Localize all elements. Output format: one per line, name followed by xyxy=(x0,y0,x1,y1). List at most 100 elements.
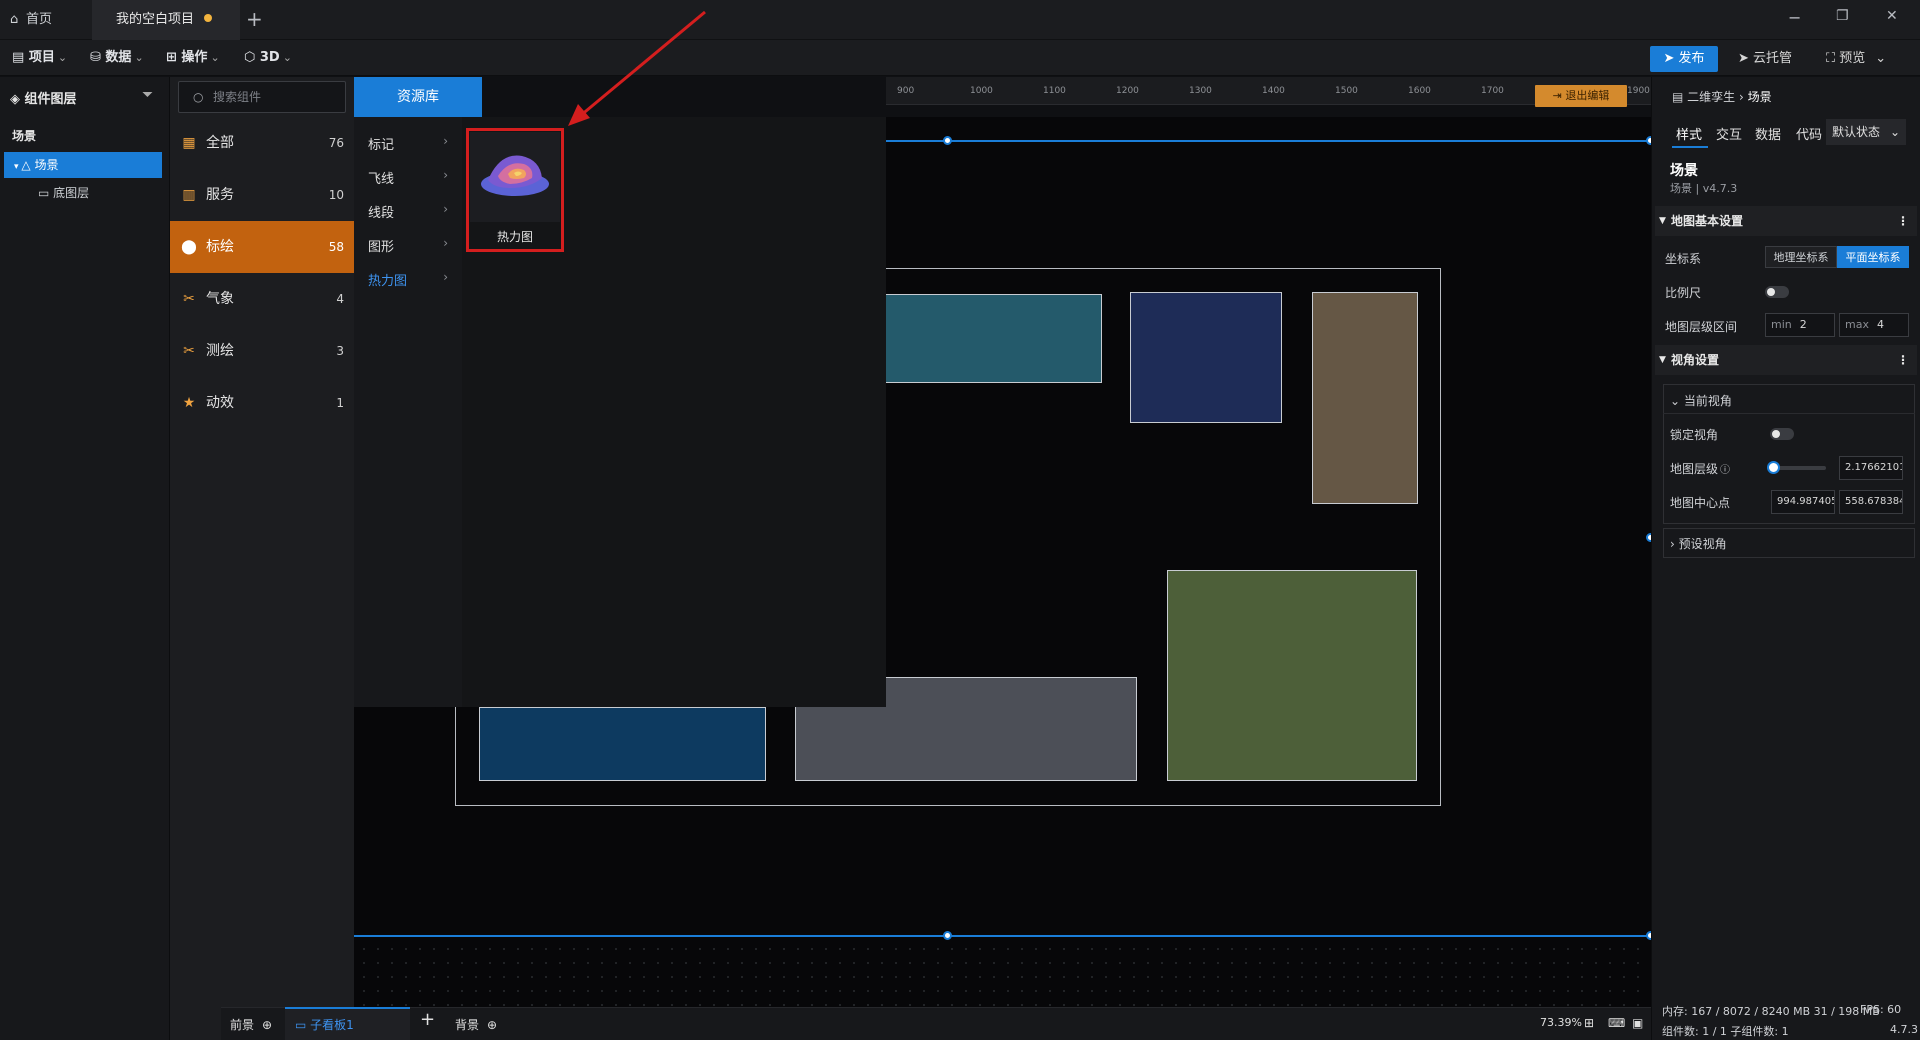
close-button[interactable]: ✕ xyxy=(1886,8,1898,24)
exit-edit-label: 退出编辑 xyxy=(1565,89,1610,102)
fps-status: FPS: 60 xyxy=(1860,1003,1902,1016)
resource-library-button[interactable]: 资源库 xyxy=(354,77,482,117)
chevron-down-icon: ⌄ xyxy=(282,51,292,64)
category-effects[interactable]: ★ 动效 1 xyxy=(170,377,354,429)
chevron-right-icon: › xyxy=(443,202,448,216)
scale-toggle[interactable] xyxy=(1765,286,1789,298)
tab-style[interactable]: 样式 xyxy=(1676,124,1702,143)
map-center-y-input[interactable]: 558.678384 xyxy=(1839,490,1903,514)
state-select-value: 默认状态 xyxy=(1832,125,1881,139)
subcategory-shape[interactable]: 图形 › xyxy=(368,236,448,255)
publish-button[interactable]: ➤ 发布 xyxy=(1650,46,1718,72)
category-weather[interactable]: ✂ 气象 4 xyxy=(170,273,354,325)
category-all[interactable]: ▦ 全部 76 xyxy=(170,117,354,169)
sub-board-tab-content: ▭ 子看板1 xyxy=(295,1016,354,1033)
filter-icon[interactable]: ⏷ xyxy=(142,87,153,103)
add-board-button[interactable]: + xyxy=(420,1009,435,1030)
tab-data[interactable]: 数据 xyxy=(1755,124,1781,143)
heatmap-card-label: 热力图 xyxy=(496,230,533,244)
map-level-slider-thumb[interactable] xyxy=(1767,461,1780,474)
map-center-x-input[interactable]: 994.987405 xyxy=(1771,490,1835,514)
menu-project[interactable]: ▤ 项目 ⌄ xyxy=(12,40,67,76)
tree-item-base-layer[interactable]: ▭ 底图层 xyxy=(38,180,89,206)
lock-view-toggle[interactable] xyxy=(1770,428,1794,440)
zoom-min-value: 2 xyxy=(1799,318,1807,331)
category-survey[interactable]: ✂ 测绘 3 xyxy=(170,325,354,377)
map-level-input[interactable]: 2.176621019 xyxy=(1839,456,1903,480)
section-view-settings[interactable]: ▼ 视角设置 ⋮ xyxy=(1655,345,1917,375)
subcategory-line[interactable]: 线段 › xyxy=(368,202,448,221)
menu-data[interactable]: ⛁ 数据 ⌄ xyxy=(90,40,144,76)
category-count: 4 xyxy=(336,292,344,306)
send-icon: ➤ xyxy=(1738,51,1754,66)
search-placeholder: 搜索组件 xyxy=(213,90,262,104)
cloud-host-button[interactable]: ➤ 云托管 xyxy=(1738,46,1792,72)
coord-plane-option[interactable]: 平面坐标系 xyxy=(1837,246,1909,268)
ruler-top-tick: 1300 xyxy=(1189,86,1212,96)
map-center-label: 地图中心点 xyxy=(1670,496,1731,510)
ruler-top-tick: 1200 xyxy=(1116,86,1139,96)
menu-3d[interactable]: ⬡ 3D ⌄ xyxy=(244,40,292,76)
zoom-min-input[interactable]: min 2 xyxy=(1765,313,1835,337)
current-view-header[interactable]: ⌄ 当前视角 xyxy=(1670,392,1732,409)
fullscreen-icon: ⛶ xyxy=(1826,51,1840,66)
area-block-navy[interactable] xyxy=(1130,292,1282,423)
add-tab-button[interactable]: + xyxy=(246,7,263,31)
area-block-brown[interactable] xyxy=(1312,292,1418,504)
area-block-blue[interactable] xyxy=(479,707,766,781)
keyboard-icon[interactable]: ⌨ xyxy=(1608,1016,1625,1030)
breadcrumb: ▤ 二维孪生 › 场景 xyxy=(1672,88,1772,105)
more-icon[interactable]: ⋮ xyxy=(1897,206,1909,236)
ruler-top-tick: 900 xyxy=(897,86,915,96)
restore-button[interactable]: ❐ xyxy=(1836,8,1849,24)
tab-interaction[interactable]: 交互 xyxy=(1716,124,1742,143)
chevron-down-icon: ⌄ xyxy=(134,51,144,64)
subcategory-label: 飞线 xyxy=(368,172,395,187)
chevron-down-icon: ⌄ xyxy=(57,51,68,64)
subcategory-marker[interactable]: 标记 › xyxy=(368,134,448,153)
subcategory-flyline[interactable]: 飞线 › xyxy=(368,168,448,187)
section-map-basic[interactable]: ▼ 地图基本设置 ⋮ xyxy=(1655,206,1917,236)
scene-icon: △ xyxy=(21,158,35,172)
board-icon: ▭ xyxy=(295,1018,311,1032)
tree-item-scene[interactable]: ▾ △ 场景 xyxy=(4,152,162,178)
help-icon[interactable]: ⓘ xyxy=(1720,465,1730,476)
file-icon: ▤ xyxy=(12,50,29,65)
breadcrumb-parent[interactable]: 二维孪生 xyxy=(1687,90,1735,104)
terminal-icon[interactable]: ▣ xyxy=(1632,1016,1643,1030)
area-block-green[interactable] xyxy=(1167,570,1417,781)
chevron-down-icon: ⌄ xyxy=(1889,125,1900,139)
resize-handle-top[interactable] xyxy=(943,136,952,145)
tab-project[interactable]: 我的空白项目 xyxy=(92,0,240,40)
tab-code[interactable]: 代码 xyxy=(1796,124,1822,143)
area-block-teal[interactable] xyxy=(884,294,1102,383)
exit-edit-button[interactable]: ⇥ 退出编辑 xyxy=(1535,85,1627,107)
tab-home[interactable]: ⌂ 首页 xyxy=(0,0,92,40)
grid-icon: ▦ xyxy=(182,135,196,151)
category-plotting[interactable]: ⬤ 标绘 58 xyxy=(170,221,354,273)
preview-button[interactable]: ⛶ 预览 ⌄ xyxy=(1826,46,1886,72)
zoom-max-input[interactable]: max 4 xyxy=(1839,313,1909,337)
version-status: 4.7.3 xyxy=(1890,1023,1918,1036)
resize-handle-bottom[interactable] xyxy=(943,931,952,940)
search-input[interactable]: ○ 搜索组件 xyxy=(178,81,346,113)
section-view-settings-label: 视角设置 xyxy=(1671,353,1720,367)
category-label: 气象 xyxy=(206,291,234,307)
more-icon[interactable]: ⋮ xyxy=(1897,345,1909,375)
menu-operate[interactable]: ⊞ 操作 ⌄ xyxy=(166,40,220,76)
preset-view-header[interactable]: › 预设视角 xyxy=(1670,535,1727,552)
zoom-level[interactable]: 73.39% xyxy=(1540,1016,1582,1029)
category-service[interactable]: ▥ 服务 10 xyxy=(170,169,354,221)
front-layer-tab[interactable]: 前景 ⊕ xyxy=(230,1016,272,1033)
map-level-text: 地图层级 xyxy=(1670,462,1719,476)
search-icon: ○ xyxy=(193,90,204,104)
background-layer-tab[interactable]: 背景 ⊕ xyxy=(455,1016,497,1033)
title-bar xyxy=(0,0,1920,40)
state-select[interactable]: 默认状态 ⌄ xyxy=(1826,119,1906,145)
minimize-button[interactable]: − xyxy=(1788,8,1801,27)
ruler-top-tick: 1700 xyxy=(1481,86,1504,96)
fit-screen-icon[interactable]: ⊞ xyxy=(1584,1016,1594,1030)
coord-geo-option[interactable]: 地理坐标系 xyxy=(1765,246,1837,268)
zoom-max-value: 4 xyxy=(1876,318,1884,331)
subcategory-heatmap[interactable]: 热力图 › xyxy=(368,270,448,289)
